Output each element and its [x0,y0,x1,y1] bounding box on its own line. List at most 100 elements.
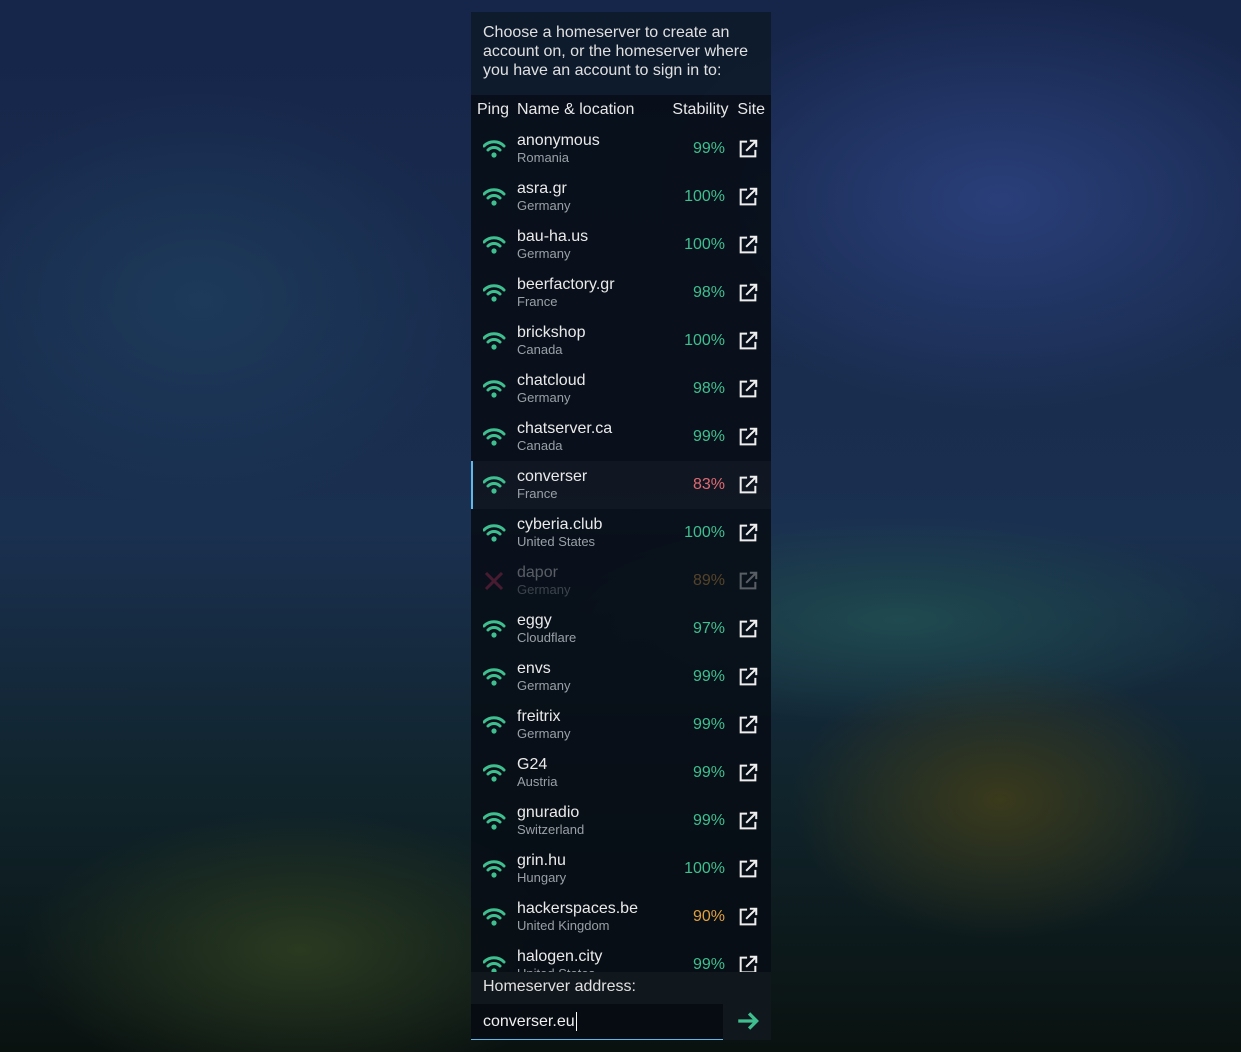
server-row[interactable]: converser France 83% [471,461,771,509]
server-location: United Kingdom [517,918,610,933]
col-stability: Stability [672,101,729,118]
server-stability: 100% [684,236,725,253]
wifi-icon [483,668,506,686]
server-row[interactable]: anonymous Romania 99% [471,125,771,173]
server-name: grin.hu [517,852,566,869]
external-link-icon[interactable] [737,810,759,832]
wifi-icon [483,764,506,782]
external-link-icon[interactable] [737,138,759,160]
server-stability: 90% [692,908,725,925]
col-site: Site [737,101,765,118]
external-link-icon[interactable] [737,618,759,640]
external-link-icon[interactable] [737,426,759,448]
server-name: converser [517,468,588,485]
server-name: brickshop [517,324,586,341]
server-stability: 98% [692,284,725,301]
server-row[interactable]: dapor Germany 89% [471,557,771,605]
address-section: Homeserver address: converser.eu [471,972,771,1040]
server-stability: 100% [684,524,725,541]
server-stability: 83% [692,476,725,493]
server-stability: 99% [692,140,725,157]
external-link-icon[interactable] [737,234,759,256]
wifi-icon [483,380,506,398]
server-stability: 99% [692,716,725,733]
server-name: beerfactory.gr [517,276,615,293]
col-ping: Ping [477,101,510,118]
server-location: United States [517,965,675,972]
wifi-icon [483,284,506,302]
server-name: G24 [517,756,548,773]
server-row[interactable]: freitrix Germany 99% [471,701,771,749]
server-stability: 99% [692,956,725,972]
homeserver-picker: Choose a homeserver to create an account… [471,12,771,1040]
server-location: Germany [517,246,571,261]
arrow-right-icon[interactable] [735,1008,761,1034]
wifi-icon [483,908,506,926]
server-name: chatserver.ca [517,420,613,437]
server-row[interactable]: chatcloud Germany 98% [471,365,771,413]
server-row[interactable]: hackerspaces.be United Kingdom 90% [471,893,771,941]
wifi-icon [483,140,506,158]
server-location: Germany [517,198,571,213]
server-name: chatcloud [517,372,586,389]
server-location: Germany [517,678,571,693]
server-row[interactable]: cyberia.club United States 100% [471,509,771,557]
server-name: bau-ha.us [517,228,589,245]
server-location: Hungary [517,870,567,885]
server-stability: 100% [684,332,725,349]
external-link-icon[interactable] [737,522,759,544]
server-name: halogen.city [517,948,603,965]
external-link-icon[interactable] [737,858,759,880]
wifi-icon [483,524,506,542]
wifi-icon [483,860,506,878]
server-row[interactable]: brickshop Canada 100% [471,317,771,365]
server-list[interactable]: anonymous Romania 99% asra.gr Germany 100% bau… [471,125,771,972]
column-headers: Ping Name & location Stability Site [471,95,771,125]
server-name: asra.gr [517,180,567,197]
external-link-icon[interactable] [737,666,759,688]
server-row[interactable]: gnuradio Switzerland 99% [471,797,771,845]
server-stability: 99% [692,428,725,445]
address-label: Homeserver address: [483,978,636,995]
server-row[interactable]: bau-ha.us Germany 100% [471,221,771,269]
server-location: Germany [517,390,571,405]
server-row[interactable]: halogen.cityUnited States 99% [471,941,771,972]
external-link-icon[interactable] [737,330,759,352]
server-stability: 100% [684,188,725,205]
external-link-icon[interactable] [737,570,759,592]
server-stability: 99% [692,668,725,685]
server-row[interactable]: grin.hu Hungary 100% [471,845,771,893]
external-link-icon[interactable] [737,906,759,928]
server-stability: 99% [692,764,725,781]
server-row[interactable]: envs Germany 99% [471,653,771,701]
server-name: eggy [517,612,552,629]
external-link-icon[interactable] [737,378,759,400]
external-link-icon[interactable] [737,186,759,208]
address-value: converser.eu [483,1012,575,1030]
server-location: Germany [517,726,571,741]
server-row[interactable]: chatserver.ca Canada 99% [471,413,771,461]
wifi-icon [483,236,506,254]
wifi-icon [483,812,506,830]
address-input[interactable]: converser.eu [471,1004,723,1040]
server-stability: 100% [684,860,725,877]
external-link-icon[interactable] [737,282,759,304]
external-link-icon[interactable] [737,714,759,736]
server-location: Canada [517,438,563,453]
server-row[interactable]: beerfactory.gr France 98% [471,269,771,317]
server-stability: 98% [692,380,725,397]
server-location: France [517,486,558,501]
server-name: dapor [517,564,558,581]
server-row[interactable]: asra.gr Germany 100% [471,173,771,221]
server-stability: 99% [692,812,725,829]
server-row[interactable]: eggy Cloudflare 97% [471,605,771,653]
server-name: gnuradio [517,804,580,821]
external-link-icon[interactable] [737,954,759,972]
col-name: Name & location [517,101,635,118]
server-name: anonymous [517,132,600,149]
wifi-icon [483,188,506,206]
server-row[interactable]: G24 Austria 99% [471,749,771,797]
external-link-icon[interactable] [737,474,759,496]
external-link-icon[interactable] [737,762,759,784]
server-name: envs [517,660,551,677]
